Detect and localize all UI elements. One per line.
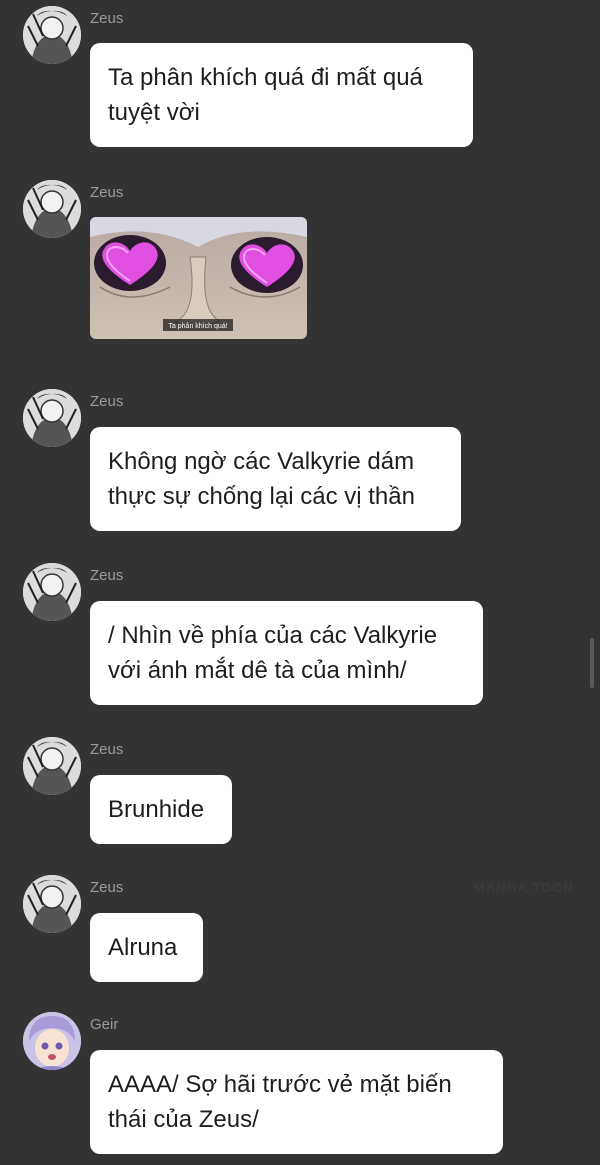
message-bubble[interactable]: Ta phân khích quá đi mất quá tuyệt vời — [90, 43, 473, 147]
message-bubble[interactable]: AAAA/ Sợ hãi trước vẻ mặt biến thái của … — [90, 1050, 503, 1154]
zeus-avatar[interactable] — [23, 180, 81, 238]
heart-eye-right — [231, 237, 303, 293]
sender-name: Zeus — [90, 184, 124, 201]
heart-eye-left — [94, 235, 166, 291]
message-bubble[interactable]: Brunhide — [90, 775, 232, 844]
message-bubble[interactable]: / Nhìn về phía của các Valkyrie với ánh … — [90, 601, 483, 705]
scrollbar[interactable] — [590, 638, 594, 688]
image-caption: Ta phân khích quá! — [168, 323, 227, 330]
sender-name: Zeus — [90, 741, 124, 758]
sender-name: Zeus — [90, 10, 124, 27]
geir-avatar[interactable] — [23, 1012, 81, 1070]
message-bubble[interactable]: Alruna — [90, 913, 203, 982]
watermark: MANGA TOON — [474, 880, 574, 895]
zeus-avatar[interactable] — [23, 737, 81, 795]
zeus-avatar[interactable] — [23, 563, 81, 621]
zeus-avatar[interactable] — [23, 875, 81, 933]
sender-name: Zeus — [90, 567, 124, 584]
image-attachment[interactable]: Ta phân khích quá! — [90, 217, 307, 339]
zeus-avatar[interactable] — [23, 389, 81, 447]
sender-name: Zeus — [90, 393, 124, 410]
sender-name: Geir — [90, 1016, 119, 1033]
sender-name: Zeus — [90, 879, 124, 896]
message-bubble[interactable]: Không ngờ các Valkyrie dám thực sự chống… — [90, 427, 461, 531]
zeus-avatar[interactable] — [23, 6, 81, 64]
